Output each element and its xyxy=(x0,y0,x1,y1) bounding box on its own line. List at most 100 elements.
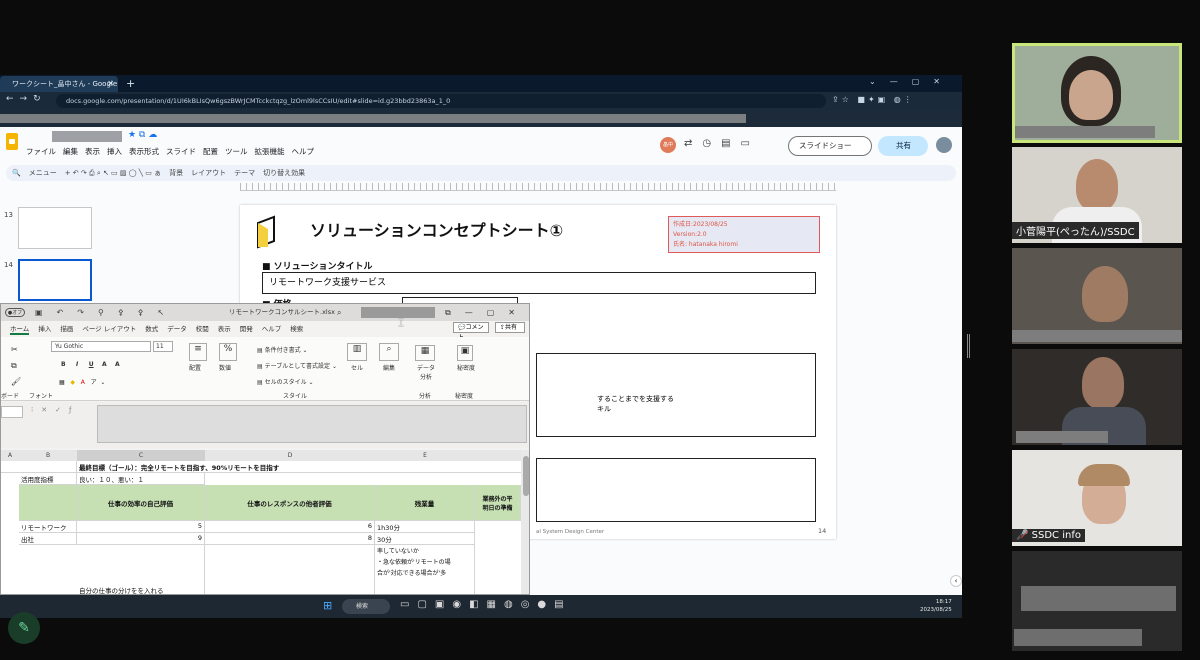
data-analysis-button[interactable]: データ分析 xyxy=(415,363,437,381)
nav-buttons[interactable]: ←→↻ xyxy=(6,94,47,104)
value-cell[interactable]: 9 xyxy=(77,533,205,545)
tab-insert[interactable]: 挿入 xyxy=(38,325,51,333)
note-cell[interactable]: 率していないか ・急な依頼が'リモートの場 合が'対応できる場合が'多 xyxy=(375,545,475,594)
window-controls[interactable]: ⌄—▢✕ xyxy=(869,77,954,86)
tab-developer[interactable]: 開発 xyxy=(240,325,253,333)
tab-view[interactable]: 表示 xyxy=(218,325,231,333)
value-cell[interactable]: 6 xyxy=(205,521,375,533)
extension-icons[interactable]: ⇪☆ ■✦▣ ◍⋮ xyxy=(832,95,915,104)
tab-help[interactable]: ヘルプ xyxy=(262,325,282,333)
clock[interactable]: 18:17 2023/08/25 xyxy=(920,598,952,614)
value-cell[interactable]: 5 xyxy=(77,521,205,533)
share-button[interactable]: ⇪共有 xyxy=(495,322,525,333)
windows-start-icon[interactable]: ⊞ xyxy=(323,599,332,612)
value-cell[interactable]: 8 xyxy=(205,533,375,545)
autosave-toggle[interactable]: ●オフ xyxy=(5,308,25,317)
slides-logo-icon[interactable] xyxy=(6,133,18,150)
spreadsheet-grid[interactable]: 最終目標（ゴール）：完全リモートを目指す、90%リモートを目指す 活用度指標 良… xyxy=(1,461,521,594)
pen-icon[interactable]: ✎ xyxy=(8,612,40,644)
menu-item[interactable]: 拡張機能 xyxy=(255,147,285,156)
tab-page-layout[interactable]: ページ レイアウト xyxy=(82,325,136,333)
conditional-format-button[interactable]: ▤ 条件付き書式 ⌄ xyxy=(257,345,308,354)
font-size-select[interactable]: 11 xyxy=(153,341,173,352)
header-cell[interactable]: 仕事の効率の自己評価 xyxy=(77,485,205,521)
profile-avatar[interactable] xyxy=(936,137,952,153)
search-input-redacted[interactable] xyxy=(361,307,435,318)
rating-scale-cell[interactable]: 良い：１０、悪い：１ xyxy=(77,473,205,485)
menu-item[interactable]: ファイル xyxy=(26,147,56,156)
goal-cell[interactable]: 最終目標（ゴール）：完全リモートを目指す、90%リモートを目指す xyxy=(77,461,521,473)
formula-input[interactable] xyxy=(97,405,527,443)
edit-icon[interactable]: ⌕ xyxy=(379,343,399,361)
slideshow-button[interactable]: スライドショー xyxy=(788,136,872,156)
qat-icons[interactable]: ▣↶↷⚲⚴⚴↖ xyxy=(35,304,178,321)
solution-title-box[interactable]: リモートワーク支援サービス xyxy=(262,272,816,294)
window-controls[interactable]: ⧉—▢✕ xyxy=(445,304,529,321)
data-analysis-icon[interactable]: ▦ xyxy=(415,345,435,361)
cells-button[interactable]: セル xyxy=(351,363,363,372)
history-icon[interactable]: ⇄◷▤▭ xyxy=(684,138,760,149)
number-button[interactable]: 数値 xyxy=(219,363,231,372)
scroll-thumb[interactable] xyxy=(523,456,529,496)
tab-formulas[interactable]: 数式 xyxy=(145,325,158,333)
chevron-left-icon[interactable]: ‹ xyxy=(950,575,962,587)
tab-review[interactable]: 校閲 xyxy=(196,325,209,333)
align-icon[interactable]: ≡ xyxy=(189,343,207,361)
edit-button[interactable]: 編集 xyxy=(383,363,395,372)
menu-item[interactable]: 配置 xyxy=(203,147,218,156)
slide-thumbnail-selected[interactable] xyxy=(18,259,92,301)
participant-tile[interactable] xyxy=(1012,551,1182,651)
menu-item[interactable]: ヘルプ xyxy=(292,147,315,156)
toolbar-theme[interactable]: テーマ xyxy=(234,169,255,177)
header-cell[interactable] xyxy=(19,485,77,521)
copy-icon[interactable]: ⧉ xyxy=(11,361,17,371)
column-header[interactable]: A xyxy=(1,450,19,461)
search-icon[interactable]: ⌕ xyxy=(337,304,341,321)
new-tab-icon[interactable]: + xyxy=(126,77,135,90)
avatar[interactable]: 畠中 xyxy=(660,137,676,153)
content-box[interactable]: することまでを支援する キル xyxy=(536,353,816,437)
tab-home[interactable]: ホーム xyxy=(10,325,30,335)
browser-tab[interactable]: ワークシート_畠中さん - Google スライド✕ xyxy=(0,76,118,92)
menu-item[interactable]: 編集 xyxy=(63,147,78,156)
row-label-cell[interactable]: リモートワーク xyxy=(19,521,77,533)
menu-item[interactable]: ツール xyxy=(225,147,248,156)
close-tab-icon[interactable]: ✕ xyxy=(107,76,114,92)
format-painter-icon[interactable]: 🖌 xyxy=(11,377,21,386)
column-header[interactable]: D xyxy=(205,450,375,461)
sensitivity-button[interactable]: 秘密度 xyxy=(455,363,477,372)
note-cell[interactable]: 自分の仕事の分けをを入れる xyxy=(77,545,205,594)
tab-data[interactable]: データ xyxy=(167,325,187,333)
participant-tile[interactable] xyxy=(1012,349,1182,445)
url-field[interactable]: docs.google.com/presentation/d/1UI6kBLIs… xyxy=(56,94,826,108)
scissors-icon[interactable]: ✂ xyxy=(11,345,18,354)
cell[interactable] xyxy=(205,545,375,594)
cell-style-button[interactable]: ▤ セルのスタイル ⌄ xyxy=(257,377,314,386)
share-button[interactable]: 共有 xyxy=(878,136,928,156)
toolbar-background[interactable]: 背景 xyxy=(169,169,183,177)
panel-resize-handle[interactable] xyxy=(967,334,970,358)
comment-button[interactable]: 💬コメント xyxy=(453,322,489,341)
row-label-cell[interactable]: 出社 xyxy=(19,533,77,545)
percent-icon[interactable]: % xyxy=(219,343,237,361)
format-table-button[interactable]: ▤ テーブルとして書式設定 ⌄ xyxy=(257,361,337,370)
cell[interactable] xyxy=(1,461,77,473)
star-icon[interactable]: ★ ⧉ ☁ xyxy=(128,130,157,140)
participant-tile[interactable]: 小菅陽平(ぺったん)/SSDC xyxy=(1012,147,1182,243)
menu-search[interactable]: メニュー xyxy=(29,169,57,177)
header-cell[interactable]: 仕事のレスポンスの他者評価 xyxy=(205,485,375,521)
borders-icon[interactable]: ▦ ◆ A ア ⌄ xyxy=(59,377,105,386)
doc-title-redacted[interactable] xyxy=(52,131,122,142)
column-header[interactable]: B xyxy=(19,450,77,461)
menu-item[interactable]: 挿入 xyxy=(107,147,122,156)
toolbar-transition[interactable]: 切り替え効果 xyxy=(263,169,305,177)
vertical-scrollbar[interactable] xyxy=(521,450,529,594)
slide-thumbnail[interactable] xyxy=(18,207,92,249)
menu-item[interactable]: 表示形式 xyxy=(129,147,159,156)
taskbar-search[interactable]: 検索 xyxy=(342,599,390,614)
participant-tile[interactable] xyxy=(1012,248,1182,344)
toolbar-icons[interactable]: + ↶ ↷ ⎙ ⌕ ↖ ▭ ▨ ◯ ╲ ▭ ぁ xyxy=(65,169,161,177)
sensitivity-icon[interactable]: ▣ xyxy=(457,345,473,361)
font-select[interactable]: Yu Gothic xyxy=(51,341,151,352)
header-cell[interactable]: 業務外の平 明日の準備 xyxy=(475,485,521,521)
